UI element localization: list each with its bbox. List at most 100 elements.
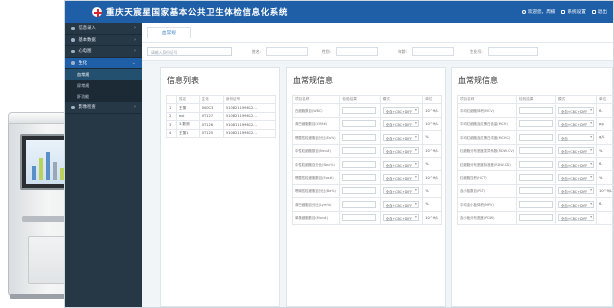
- mode-cell: 全血+CBC+DIFF: [379, 210, 424, 225]
- gender-field[interactable]: [336, 47, 378, 56]
- mode-cell: 全血+CBC+DIFF: [379, 143, 424, 158]
- result-input[interactable]: [342, 133, 377, 141]
- mode-select[interactable]: 全血+CBC+DIFF: [382, 214, 419, 222]
- mode-select[interactable]: 全血+CBC+DIFF: [382, 107, 419, 115]
- table-row: 嗜碱性粒细胞百分比(Ba%) 全血+CBC+DIFF%: [291, 183, 442, 199]
- mode-select[interactable]: 全血+CBC+DIFF: [382, 147, 419, 155]
- result-input[interactable]: [342, 174, 377, 182]
- table-row: 血小板分布宽度(PDW) 全血+CBC+DIFF: [456, 210, 613, 225]
- item-name: 中性粒细胞数目(Neu#): [291, 143, 341, 158]
- table-cell-id: 510811199612...: [222, 120, 277, 130]
- result-input[interactable]: [519, 214, 554, 222]
- logout-link[interactable]: 退出: [591, 9, 607, 15]
- table-cell-no: 4: [166, 128, 177, 138]
- sidebar-item-label: 基本数据: [78, 37, 96, 43]
- mode-cell: 全血+CBC+DIFF: [379, 116, 424, 132]
- sidebar-item-biochem[interactable]: 生化 ⌄: [65, 57, 142, 69]
- item-name: 白细胞数目(WBC): [291, 103, 341, 118]
- table-row: 红细胞压积(HCT) 全血+CBC+DIFF%: [456, 170, 613, 185]
- result-input[interactable]: [342, 107, 377, 115]
- table-row[interactable]: 3 3.数测 0T126 510811199612...: [166, 120, 277, 130]
- mode-select[interactable]: 全血+CBC+DIFF: [558, 214, 595, 222]
- mode-select[interactable]: 全血+CBC+DIFF: [382, 160, 419, 168]
- result-cell: [339, 183, 381, 199]
- mode-cell: 全血+CBC+DIFF: [555, 116, 598, 132]
- sidebar-item-basic-data[interactable]: 基本数据 ›: [65, 35, 142, 46]
- result-input[interactable]: [342, 147, 377, 155]
- sidebar-item-imaging[interactable]: 影像检查 ›: [65, 102, 142, 114]
- filter-bar: 请输入身份证号 姓名: 性别: 年龄: 生化号:: [142, 43, 613, 61]
- item-name: 平均红细胞体积(MCV): [456, 103, 518, 118]
- result-input[interactable]: [342, 160, 377, 168]
- sidebar-subitem-urine-routine[interactable]: 尿常规: [65, 80, 142, 91]
- mode-select[interactable]: 全血+CBC+DIFF: [558, 160, 595, 168]
- chevron-right-icon: ›: [134, 48, 136, 55]
- result-cell: [339, 210, 381, 225]
- mode-select[interactable]: 全血+CBC+DIFF: [558, 187, 595, 195]
- table-row[interactable]: 1 王丽 000C3 510821199612...: [166, 103, 277, 113]
- mode-select[interactable]: 全血+CBC+DIFF: [558, 147, 595, 155]
- sidebar-item-info-entry[interactable]: 信息录入 ›: [65, 23, 142, 35]
- result-input[interactable]: [519, 174, 554, 182]
- col-header: 模式: [555, 94, 598, 105]
- mode-cell: 全血+CBC+DIFF: [379, 156, 424, 172]
- mode-select[interactable]: 全血+CBC+DIFF: [558, 120, 595, 128]
- welcome-user[interactable]: 欢迎您，周楠: [521, 9, 555, 15]
- sidebar-subitem-liver-function[interactable]: 肝功能: [65, 91, 142, 102]
- result-input[interactable]: [519, 160, 554, 168]
- unit-cell: 10^9/L: [422, 103, 442, 118]
- mode-select[interactable]: 全血+CBC+DIFF: [382, 133, 419, 141]
- result-input[interactable]: [342, 200, 377, 208]
- red-cross-logo-icon: [92, 7, 102, 17]
- result-input[interactable]: [342, 120, 377, 128]
- mode-select[interactable]: 全血: [558, 133, 595, 141]
- table-cell-name: eol: [176, 111, 200, 122]
- result-input[interactable]: [519, 133, 554, 141]
- result-input[interactable]: [519, 120, 554, 128]
- sidebar-item-label: 信息录入: [78, 26, 96, 32]
- sidebar-item-ecg[interactable]: 心电图 ›: [65, 46, 142, 58]
- mode-select[interactable]: 全血+CBC+DIFF: [382, 187, 419, 195]
- result-input[interactable]: [519, 187, 554, 195]
- id-number-input[interactable]: 请输入身份证号: [147, 47, 232, 56]
- result-input[interactable]: [519, 200, 554, 208]
- mode-select[interactable]: 全血+CBC+DIFF: [558, 200, 595, 208]
- result-cell: [516, 130, 557, 145]
- table-cell-no: 1: [166, 103, 177, 113]
- table-row: 嗜酸性粒细胞数目(Eos#) 全血+CBC+DIFF10^9/L: [291, 170, 442, 185]
- biochem-no-field[interactable]: [488, 47, 538, 56]
- sidebar-subitem-blood-routine[interactable]: 血常规: [65, 69, 142, 80]
- sidebar-item-label: 心电图: [78, 49, 92, 55]
- col-header: 姓名: [176, 94, 200, 105]
- table-row[interactable]: 2 eol 0T127 510821199612...: [166, 111, 277, 122]
- result-input[interactable]: [519, 147, 554, 155]
- table-row[interactable]: 4 王丽1 0T125 510821199612...: [166, 128, 277, 138]
- mode-select[interactable]: 全血+CBC+DIFF: [382, 174, 419, 182]
- table-cell-no: 2: [166, 111, 177, 122]
- mode-select[interactable]: 全血+CBC+DIFF: [382, 200, 419, 208]
- header-actions: 欢迎您，周楠 系统设置 退出: [521, 9, 607, 15]
- mode-select[interactable]: 全血+CBC+DIFF: [558, 174, 595, 182]
- blood-routine-title: 血常规信息: [458, 76, 498, 85]
- result-cell: [516, 210, 557, 225]
- result-input[interactable]: [342, 187, 377, 195]
- name-field[interactable]: [266, 47, 308, 56]
- item-name: 平均红细胞血红蛋白浓度(MCHC): [456, 130, 518, 145]
- age-field[interactable]: [412, 47, 454, 56]
- biochem-no-label: 生化号:: [470, 49, 483, 54]
- tab-blood-routine[interactable]: 血常规: [147, 27, 191, 38]
- result-input[interactable]: [342, 214, 377, 222]
- result-input[interactable]: [519, 107, 554, 115]
- gear-icon: [561, 9, 566, 14]
- mode-select[interactable]: 全血+CBC+DIFF: [382, 120, 419, 128]
- table-row: 中性粒细胞数目(Neu#) 全血+CBC+DIFF10^9/L: [291, 143, 442, 158]
- col-header: 模式: [379, 94, 424, 105]
- info-list-panel: 信息列表 姓名 生化 身份证号 1 王丽 000C3 510821199612... 2…: [160, 67, 280, 307]
- sidebar-item-label: 生化: [78, 60, 88, 66]
- item-name: 红细胞分布宽度变异系数(RDW-CV): [456, 143, 518, 158]
- col-header: 项目名称: [456, 94, 518, 105]
- col-header: 身份证号: [222, 94, 277, 105]
- result-cell: [516, 156, 557, 172]
- mode-select[interactable]: 全血+CBC+DIFF: [558, 107, 595, 115]
- settings-link[interactable]: 系统设置: [561, 9, 586, 15]
